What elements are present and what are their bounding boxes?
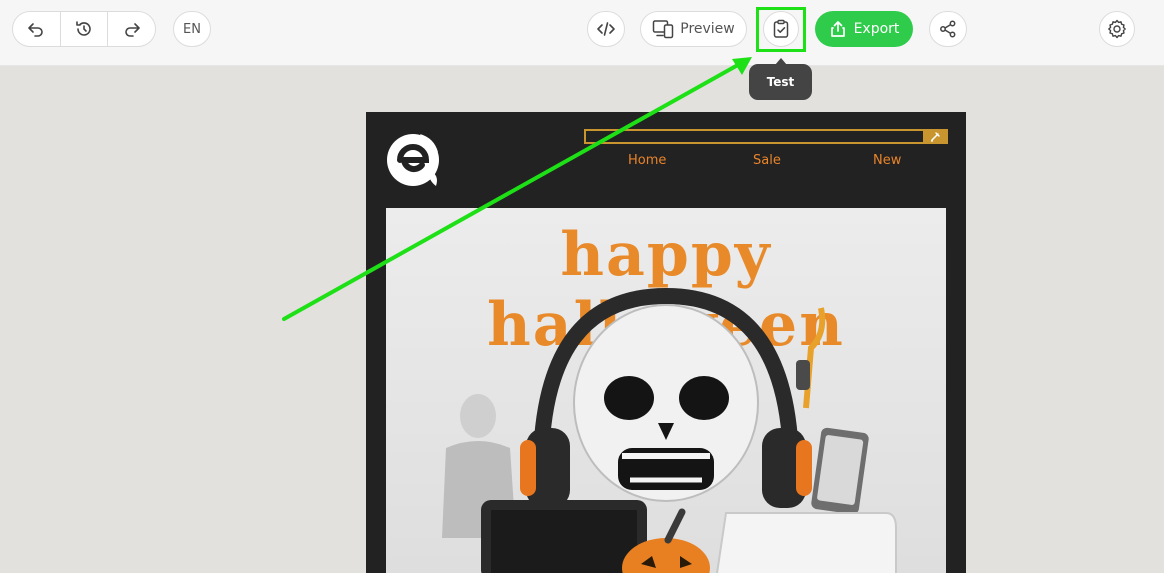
editor-toolbar: EN Preview Export — [0, 0, 1164, 66]
brand-logo — [387, 134, 439, 186]
skull-illustration — [442, 287, 897, 573]
preview-label: Preview — [680, 21, 735, 37]
export-button[interactable]: Export — [815, 11, 913, 47]
language-button[interactable]: EN — [173, 11, 211, 47]
share-icon — [940, 20, 956, 38]
search-bar[interactable] — [584, 129, 948, 144]
code-icon — [597, 22, 615, 36]
settings-button[interactable] — [1099, 11, 1135, 47]
share-button[interactable] — [929, 11, 967, 47]
gear-icon — [1108, 19, 1126, 39]
redo-button[interactable] — [108, 12, 155, 46]
redo-icon — [124, 23, 140, 37]
email-canvas: Home Sale New happy halloween — [366, 112, 966, 573]
export-label: Export — [853, 21, 900, 37]
nav-link-home[interactable]: Home — [628, 153, 666, 168]
tooltip-text: Test — [766, 75, 795, 89]
search-button[interactable] — [923, 129, 948, 144]
preview-button[interactable]: Preview — [640, 11, 747, 47]
code-button[interactable] — [587, 11, 625, 47]
test-tooltip: Test — [749, 58, 812, 100]
hero-image: happy halloween — [386, 208, 946, 573]
history-controls — [12, 11, 156, 47]
edit-icon — [931, 132, 940, 142]
language-label: EN — [183, 21, 201, 37]
nav-link-sale[interactable]: Sale — [753, 153, 781, 168]
upload-icon — [830, 21, 845, 37]
history-button[interactable] — [61, 12, 109, 46]
undo-button[interactable] — [13, 12, 61, 46]
history-icon — [76, 21, 91, 36]
devices-icon — [653, 20, 674, 39]
test-button-highlight — [756, 7, 806, 52]
nav-link-new[interactable]: New — [873, 153, 901, 168]
undo-icon — [28, 23, 44, 37]
